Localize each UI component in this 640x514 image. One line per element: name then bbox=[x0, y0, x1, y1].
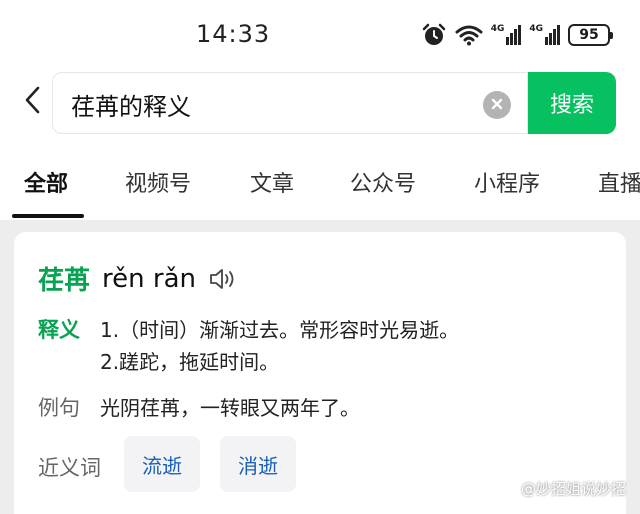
battery-indicator: 95 bbox=[568, 24, 613, 46]
watermark: @妙招姐说妙招 bbox=[520, 480, 626, 498]
status-bar: 14:33 4G 4G 95 bbox=[0, 0, 640, 70]
signal-4g-icon: 4G bbox=[529, 25, 560, 45]
tab-channels[interactable]: 视频号 bbox=[125, 166, 191, 198]
clear-button[interactable] bbox=[483, 91, 511, 119]
speaker-icon[interactable] bbox=[208, 264, 238, 294]
example-label: 例句 bbox=[38, 396, 80, 420]
clear-icon bbox=[490, 96, 504, 115]
definition-line: 1.（时间）渐渐过去。常形容时光易逝。 bbox=[100, 318, 460, 342]
synonym-chip[interactable]: 消逝 bbox=[220, 436, 296, 492]
status-icons: 4G 4G 95 bbox=[421, 20, 613, 50]
headword: 荏苒 bbox=[38, 266, 91, 296]
status-time: 14:33 bbox=[196, 20, 271, 48]
search-bar: 搜索 bbox=[0, 70, 640, 140]
tab-all[interactable]: 全部 bbox=[24, 166, 68, 198]
back-button[interactable] bbox=[14, 82, 50, 122]
definition-line: 2.蹉跎，拖延时间。 bbox=[100, 350, 280, 374]
wifi-icon bbox=[455, 24, 483, 46]
headword-row: 荏苒 rěn rǎn bbox=[38, 260, 238, 297]
synonym-label: 近义词 bbox=[38, 456, 101, 480]
tab-official-accounts[interactable]: 公众号 bbox=[350, 166, 416, 198]
tab-live[interactable]: 直播 bbox=[598, 166, 640, 198]
example-sentence: 光阴荏苒，一转眼又两年了。 bbox=[100, 396, 360, 420]
result-tabs: 全部 视频号 文章 公众号 小程序 直播 bbox=[0, 140, 640, 220]
pinyin: rěn rǎn bbox=[102, 263, 196, 294]
signal-4g-icon: 4G bbox=[491, 25, 522, 45]
alarm-icon bbox=[421, 22, 447, 48]
search-results-page: 14:33 4G 4G 95 荏苒的释义 搜索 全部 视频号 文章 公众号 小程… bbox=[0, 0, 640, 514]
chevron-left-icon bbox=[22, 85, 42, 119]
search-box bbox=[52, 72, 528, 134]
tab-articles[interactable]: 文章 bbox=[250, 166, 294, 198]
search-button[interactable]: 搜索 bbox=[528, 72, 616, 134]
definition-label: 释义 bbox=[38, 318, 80, 342]
dictionary-card: 荏苒 rěn rǎn 释义 1.（时间）渐渐过去。常形容时光易逝。 2.蹉跎，拖… bbox=[14, 232, 626, 514]
tab-mini-programs[interactable]: 小程序 bbox=[474, 166, 540, 198]
active-tab-indicator bbox=[12, 214, 84, 218]
search-input[interactable] bbox=[71, 87, 471, 121]
synonym-chip[interactable]: 流逝 bbox=[124, 436, 200, 492]
